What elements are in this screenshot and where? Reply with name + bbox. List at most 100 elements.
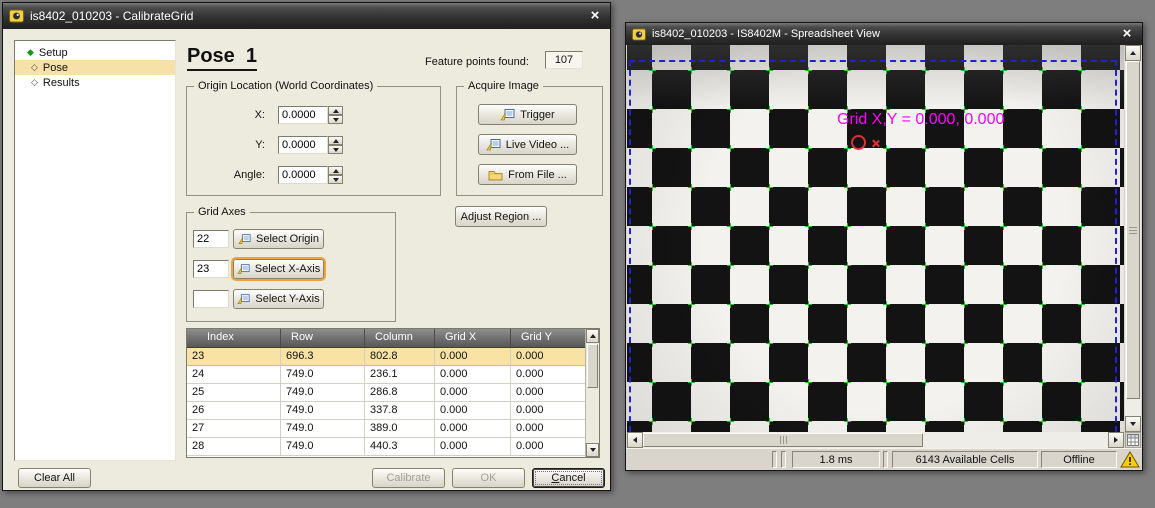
angle-spinfield xyxy=(278,166,343,184)
y-spinfield xyxy=(278,136,343,154)
cell: 24 xyxy=(187,366,281,384)
x-input[interactable] xyxy=(278,106,328,124)
angle-input[interactable] xyxy=(278,166,328,184)
column-header-row: Row xyxy=(281,329,365,348)
spreadsheet-titlebar[interactable]: is8402_010203 - IS8402M - Spreadsheet Vi… xyxy=(626,23,1142,45)
spreadsheet-toggle-icon[interactable] xyxy=(1125,432,1141,448)
tree-item-results[interactable]: ◇ Results xyxy=(15,75,175,90)
scroll-thumb[interactable] xyxy=(643,433,923,447)
y-spin-down[interactable] xyxy=(328,145,343,154)
group-title: Acquire Image xyxy=(464,80,543,92)
trigger-button[interactable]: Trigger xyxy=(478,104,577,125)
pose-heading: Pose 1 xyxy=(187,45,257,71)
tree-item-setup[interactable]: ◆ Setup xyxy=(15,45,175,60)
table-row[interactable]: 28 749.0 440.3 0.000 0.000 xyxy=(187,438,599,456)
scroll-up-icon[interactable] xyxy=(1125,45,1141,61)
diamond-icon: ◇ xyxy=(31,78,38,87)
clear-all-button[interactable]: Clear All xyxy=(18,468,91,488)
origin-marker-icon[interactable] xyxy=(851,135,866,150)
diamond-icon: ◇ xyxy=(31,63,38,72)
scroll-up-icon[interactable] xyxy=(586,329,599,343)
cell: 0.000 xyxy=(435,384,511,402)
table-row[interactable]: 26 749.0 337.8 0.000 0.000 xyxy=(187,402,599,420)
button-label: Trigger xyxy=(520,109,554,121)
camera-icon xyxy=(486,138,501,151)
x-axis-marker-icon xyxy=(871,139,880,148)
y-input[interactable] xyxy=(278,136,328,154)
y-label: Y: xyxy=(193,136,265,151)
scroll-thumb[interactable] xyxy=(1126,61,1140,399)
status-bar: 1.8 ms 6143 Available Cells Offline xyxy=(626,448,1142,470)
x-spinfield xyxy=(278,106,343,124)
x-spin-up[interactable] xyxy=(328,106,343,115)
acquire-image-group: Acquire Image Trigger Live Video ... Fro… xyxy=(456,86,603,196)
scroll-down-icon[interactable] xyxy=(586,443,599,457)
calibration-checkerboard-image[interactable]: Grid X,Y = 0.000, 0.000 xyxy=(627,45,1124,432)
select-origin-button[interactable]: Select Origin xyxy=(233,229,324,249)
camera-icon xyxy=(237,293,250,305)
angle-spin-down[interactable] xyxy=(328,175,343,184)
select-y-axis-button[interactable]: Select Y-Axis xyxy=(233,289,324,309)
warning-icon[interactable] xyxy=(1120,451,1140,468)
select-x-axis-button[interactable]: Select X-Axis xyxy=(233,259,324,279)
calibrate-titlebar[interactable]: is8402_010203 - CalibrateGrid × xyxy=(3,3,610,29)
image-vignette xyxy=(627,45,1124,432)
cell: 0.000 xyxy=(511,438,587,456)
cell: 25 xyxy=(187,384,281,402)
cell: 0.000 xyxy=(511,420,587,438)
cancel-button[interactable]: Cancel xyxy=(532,468,605,488)
table-row[interactable]: 24 749.0 236.1 0.000 0.000 xyxy=(187,366,599,384)
feature-point-markers xyxy=(627,45,1124,432)
ok-button[interactable]: OK xyxy=(452,468,525,488)
cell: 26 xyxy=(187,402,281,420)
image-vertical-scrollbar[interactable] xyxy=(1125,45,1141,432)
button-label: Live Video ... xyxy=(506,139,569,151)
calibrate-grid-window: is8402_010203 - CalibrateGrid × ◆ Setup … xyxy=(2,2,611,491)
table-row[interactable]: 27 749.0 389.0 0.000 0.000 xyxy=(187,420,599,438)
y-spin-up[interactable] xyxy=(328,136,343,145)
tree-item-label: Pose xyxy=(43,62,68,74)
x-spin-down[interactable] xyxy=(328,115,343,124)
origin-index-field[interactable] xyxy=(193,230,229,248)
camera-icon xyxy=(238,233,251,245)
scroll-down-icon[interactable] xyxy=(1125,416,1141,432)
diamond-icon: ◆ xyxy=(27,48,34,57)
column-header-column: Column xyxy=(365,329,435,348)
scroll-right-icon[interactable] xyxy=(1108,432,1124,448)
live-video-button[interactable]: Live Video ... xyxy=(478,134,577,155)
feature-points-label: Feature points found: xyxy=(425,56,529,68)
group-title: Grid Axes xyxy=(194,206,250,218)
status-separator xyxy=(883,451,888,468)
tree-item-pose[interactable]: ◇ Pose xyxy=(15,60,175,75)
feature-points-value: 107 xyxy=(545,51,583,69)
tree-item-label: Results xyxy=(43,77,80,89)
table-row[interactable]: 25 749.0 286.8 0.000 0.000 xyxy=(187,384,599,402)
step-tree: ◆ Setup ◇ Pose ◇ Results xyxy=(14,40,176,461)
button-label: Clear All xyxy=(34,472,75,484)
cell: 27 xyxy=(187,420,281,438)
calibrate-body: ◆ Setup ◇ Pose ◇ Results Pose 1 Feature … xyxy=(3,29,610,490)
folder-icon xyxy=(488,169,503,181)
cell: 28 xyxy=(187,438,281,456)
angle-spin-up[interactable] xyxy=(328,166,343,175)
cell: 23 xyxy=(187,348,281,366)
close-icon[interactable]: × xyxy=(586,7,604,25)
calibrate-button[interactable]: Calibrate xyxy=(372,468,445,488)
feature-point-table: Index Row Column Grid X Grid Y 23 696.3 … xyxy=(186,328,600,458)
x-axis-index-field[interactable] xyxy=(193,260,229,278)
cell: 236.1 xyxy=(365,366,435,384)
spreadsheet-view-window: is8402_010203 - IS8402M - Spreadsheet Vi… xyxy=(625,22,1143,471)
cell: 286.8 xyxy=(365,384,435,402)
cell: 0.000 xyxy=(511,366,587,384)
scroll-left-icon[interactable] xyxy=(627,432,643,448)
from-file-button[interactable]: From File ... xyxy=(478,164,577,185)
table-scrollbar[interactable] xyxy=(585,329,599,457)
cell: 0.000 xyxy=(511,384,587,402)
column-header-grid-x: Grid X xyxy=(435,329,511,348)
table-row[interactable]: 23 696.3 802.8 0.000 0.000 xyxy=(187,348,599,366)
close-icon[interactable]: × xyxy=(1118,25,1136,43)
image-horizontal-scrollbar[interactable] xyxy=(627,432,1124,448)
y-axis-index-field[interactable] xyxy=(193,290,229,308)
scroll-thumb[interactable] xyxy=(587,344,598,388)
adjust-region-button[interactable]: Adjust Region ... xyxy=(455,206,547,227)
